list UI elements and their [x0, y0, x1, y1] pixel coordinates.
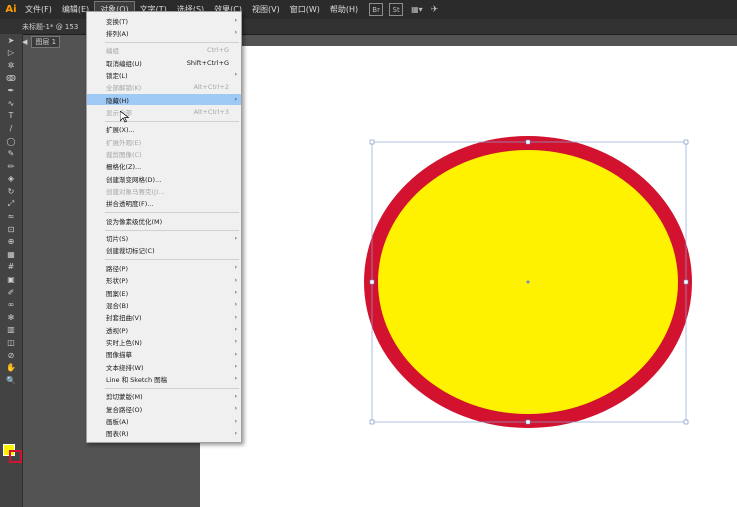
menu-item-label: 隐藏(H) [106, 96, 129, 105]
menu-item[interactable]: 设为像素级优化(M) [87, 215, 241, 226]
menu-item[interactable]: 图案(E) › [87, 287, 241, 298]
menu-item-label: 混合(B) [106, 301, 129, 310]
submenu-arrow-icon: › [234, 264, 237, 272]
submenu-arrow-icon: › [234, 313, 237, 321]
menu-item-label: 形状(P) [106, 277, 128, 286]
menu-item[interactable]: 复合路径(O) › [87, 403, 241, 414]
menu-item-label: 拼合透明度(F)... [106, 200, 154, 209]
menu-item[interactable]: 排列(A) › [87, 27, 241, 38]
submenu-arrow-icon: › [234, 71, 237, 79]
menu-item-shortcut: Shift+Ctrl+G [186, 58, 229, 67]
mouse-cursor-icon [120, 111, 129, 123]
menu-item-shortcut: Ctrl+G [206, 46, 229, 55]
menu-separator [105, 41, 239, 43]
submenu-arrow-icon: › [234, 375, 237, 383]
menu-item-label: 创建渐变网格(D)... [106, 175, 162, 184]
submenu-arrow-icon: › [234, 289, 237, 296]
menu-item[interactable]: 拼合透明度(F)... [87, 198, 241, 209]
menu-item-label: 排列(A) [106, 29, 129, 38]
menu-item[interactable]: 锁定(L) › [87, 69, 241, 80]
menu-item-label: 编组 [106, 47, 119, 56]
menu-item-label: 图表(R) [106, 430, 129, 439]
menu-item[interactable]: 切片(S) › [87, 233, 241, 244]
object-menu-dropdown: 变换(T) › 排列(A) › 编组 Ctrl+G 取消编组(U) Shift+Ctrl+G 锁… [86, 11, 242, 443]
center-point [526, 280, 530, 284]
menu-item-label: 画板(A) [106, 418, 129, 426]
menu-item-label: 图像描摹 [106, 351, 132, 360]
menu-item-label: 文本绕排(W) [106, 363, 144, 372]
menu-item[interactable]: 形状(P) › [87, 275, 241, 286]
menu-item[interactable]: 混合(B) › [87, 299, 241, 310]
submenu-arrow-icon: › [234, 405, 237, 413]
menu-item[interactable]: 画板(A) › [87, 416, 241, 427]
menu-item[interactable]: 创建渐变网格(D)... [87, 173, 241, 184]
menu-item-label: 剪切蒙版(M) [106, 393, 143, 402]
submenu-arrow-icon: › [234, 417, 237, 425]
submenu-arrow-icon: › [234, 363, 237, 371]
menu-separator [105, 387, 239, 389]
menu-item-label: 封套扭曲(V) [106, 314, 142, 323]
submenu-arrow-icon: › [234, 17, 237, 24]
menu-item-label: 路径(P) [106, 264, 128, 273]
menu-item: 裁剪图像(C) [87, 149, 241, 160]
menu-item-label: 扩展(X)... [106, 126, 135, 135]
menu-item-label: 图案(E) [106, 289, 129, 298]
menu-item[interactable]: 实时上色(N) › [87, 336, 241, 347]
submenu-arrow-icon: › [234, 96, 237, 104]
menu-item: 扩展外观(E) [87, 136, 241, 147]
menu-item-label: 取消编组(U) [106, 59, 142, 68]
menu-item[interactable]: Line 和 Sketch 图稿 › [87, 373, 241, 384]
menu-item[interactable]: 文本绕排(W) › [87, 361, 241, 372]
menu-separator [105, 212, 239, 214]
menu-item-label: 创建裁切标记(C) [106, 247, 155, 256]
menu-item-label: 全部解锁(K) [106, 84, 142, 93]
menu-item[interactable]: 图表(R) › [87, 428, 241, 439]
submenu-arrow-icon: › [234, 29, 237, 37]
submenu-arrow-icon: › [234, 301, 237, 309]
submenu-arrow-icon: › [234, 350, 237, 358]
menu-item: 编组 Ctrl+G [87, 45, 241, 56]
menu-item-label: 扩展外观(E) [106, 138, 142, 147]
menu-item[interactable]: 透视(P) › [87, 324, 241, 335]
menu-item[interactable]: 剪切蒙版(M) › [87, 391, 241, 402]
menu-item[interactable]: 创建裁切标记(C) [87, 245, 241, 256]
menu-item[interactable]: 隐藏(H) › [87, 94, 241, 106]
menu-separator [105, 259, 239, 261]
menu-item[interactable]: 扩展(X)... [87, 124, 241, 135]
menu-item[interactable]: 封套扭曲(V) › [87, 312, 241, 323]
menu-item: 创建对象马赛克(J)... [87, 186, 241, 197]
menu-item-shortcut: Alt+Ctrl+3 [193, 107, 229, 116]
menu-item[interactable]: 栅格化(Z)... [87, 161, 241, 172]
menu-item[interactable]: 取消编组(U) Shift+Ctrl+G [87, 57, 241, 68]
menu-separator [105, 229, 239, 231]
submenu-arrow-icon: › [234, 276, 237, 284]
menu-item-label: 透视(P) [106, 326, 128, 335]
menu-item: 显示全部 Alt+Ctrl+3 [87, 106, 241, 117]
menu-item-label: 实时上色(N) [106, 338, 142, 347]
submenu-arrow-icon: › [234, 326, 237, 334]
menu-item[interactable]: 路径(P) › [87, 262, 241, 273]
menu-item-label: Line 和 Sketch 图稿 [106, 375, 168, 384]
menu-item-label: 栅格化(Z)... [106, 163, 142, 172]
menu-item-label: 创建对象马赛克(J)... [106, 188, 165, 197]
menu-item-label: 裁剪图像(C) [106, 151, 142, 159]
submenu-arrow-icon: › [234, 392, 237, 400]
menu-item-label: 设为像素级优化(M) [106, 217, 163, 226]
submenu-arrow-icon: › [234, 338, 237, 346]
menu-item[interactable]: 图像描摹 › [87, 349, 241, 360]
menu-item-shortcut: Alt+Ctrl+2 [193, 83, 229, 92]
menu-item: 全部解锁(K) Alt+Ctrl+2 [87, 82, 241, 93]
menu-item-label: 变换(T) [106, 17, 129, 26]
menu-item-label: 切片(S) [106, 235, 129, 244]
menu-item-label: 锁定(L) [106, 71, 128, 80]
menu-item[interactable]: 变换(T) › [87, 15, 241, 26]
submenu-arrow-icon: › [234, 234, 237, 242]
menu-item-label: 复合路径(O) [106, 405, 143, 414]
submenu-arrow-icon: › [234, 429, 237, 437]
